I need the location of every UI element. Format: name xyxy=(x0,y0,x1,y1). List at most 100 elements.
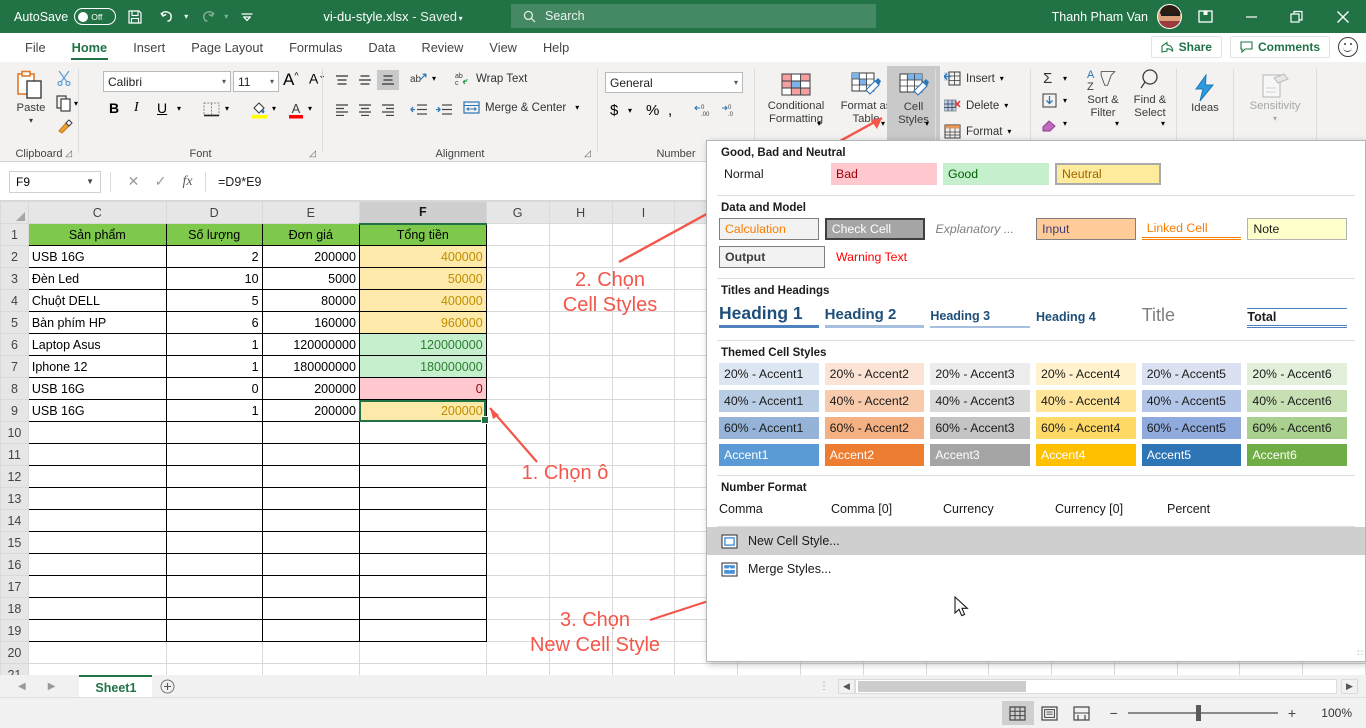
row-header-4[interactable]: 4 xyxy=(0,289,29,312)
fill-color-dropdown-icon[interactable]: ▾ xyxy=(272,104,276,113)
cell-i2[interactable] xyxy=(611,245,676,268)
cell-d14[interactable] xyxy=(165,509,263,532)
row-header-9[interactable]: 9 xyxy=(0,399,29,422)
cell-c14[interactable] xyxy=(27,509,167,532)
cell-f9-active[interactable]: 200000 xyxy=(358,399,489,425)
format-painter-button[interactable] xyxy=(56,118,74,137)
paste-dropdown-icon[interactable]: ▾ xyxy=(29,115,33,128)
cell-k21[interactable] xyxy=(737,663,801,675)
cell-d6[interactable]: 1 xyxy=(165,333,263,356)
style-tile-40-accent1[interactable]: 40% - Accent1 xyxy=(719,390,819,412)
cell-e1[interactable]: Đơn giá xyxy=(261,223,360,246)
style-tile-normal[interactable]: Normal xyxy=(719,163,825,185)
style-tile-check-cell[interactable]: Check Cell xyxy=(824,218,925,240)
style-tile-20-accent1[interactable]: 20% - Accent1 xyxy=(719,363,819,385)
cell-i8[interactable] xyxy=(611,377,676,400)
cell-d12[interactable] xyxy=(165,465,263,488)
cell-c21[interactable] xyxy=(27,663,167,675)
cell-f16[interactable] xyxy=(358,553,487,576)
cell-f10[interactable] xyxy=(358,421,487,444)
cell-d7[interactable]: 1 xyxy=(165,355,263,378)
align-center-button[interactable] xyxy=(354,99,376,119)
normal-view-button[interactable] xyxy=(1001,701,1034,725)
row-header-1[interactable]: 1 xyxy=(0,223,29,246)
cell-i14[interactable] xyxy=(611,509,676,532)
horizontal-scrollbar-thumb[interactable] xyxy=(858,680,1026,692)
horizontal-scrollbar[interactable] xyxy=(855,678,1337,694)
font-color-button[interactable]: A xyxy=(288,100,304,122)
style-tile-title[interactable]: Title xyxy=(1142,305,1242,328)
add-sheet-button[interactable] xyxy=(152,679,182,694)
minimize-button[interactable] xyxy=(1228,0,1274,33)
cell-styles-button[interactable]: Cell Styles xyxy=(887,66,940,146)
cell-e14[interactable] xyxy=(261,509,360,532)
decrease-indent-button[interactable] xyxy=(408,99,430,119)
style-tile-bad[interactable]: Bad xyxy=(831,163,937,185)
document-title-area[interactable]: vi-du-style.xlsx - Saved ▾ xyxy=(323,9,462,24)
cell-i17[interactable] xyxy=(611,575,676,598)
cell-e11[interactable] xyxy=(261,443,360,466)
share-button[interactable]: Share xyxy=(1150,36,1222,58)
cell-c7[interactable]: Iphone 12 xyxy=(27,355,167,378)
cell-f17[interactable] xyxy=(358,575,487,598)
cell-e13[interactable] xyxy=(261,487,360,510)
row-header-14[interactable]: 14 xyxy=(0,509,29,532)
font-size-input[interactable]: 11 ▾ xyxy=(233,71,279,92)
cell-g2[interactable] xyxy=(485,245,550,268)
font-size-dropdown-icon[interactable]: ▾ xyxy=(270,77,274,86)
format-dropdown-icon[interactable]: ▾ xyxy=(1007,127,1011,136)
customize-quick-access-icon[interactable] xyxy=(234,5,260,29)
cell-h6[interactable] xyxy=(548,333,613,356)
cell-f11[interactable] xyxy=(358,443,487,466)
cell-g21[interactable] xyxy=(485,663,550,675)
cell-f19[interactable] xyxy=(358,619,487,642)
cell-styles-gallery[interactable]: Good, Bad and Neutral Normal Bad Good Ne… xyxy=(706,140,1366,662)
previous-sheet-icon[interactable]: ◀ xyxy=(18,681,26,692)
cell-d16[interactable] xyxy=(165,553,263,576)
tab-review[interactable]: Review xyxy=(408,33,476,62)
avatar[interactable] xyxy=(1157,4,1182,29)
cell-e20[interactable] xyxy=(261,641,360,664)
style-tile-accent5[interactable]: Accent5 xyxy=(1141,444,1242,466)
cell-g15[interactable] xyxy=(485,531,550,554)
cell-e8[interactable]: 200000 xyxy=(261,377,360,400)
cell-c18[interactable] xyxy=(27,597,167,620)
column-header-h[interactable]: H xyxy=(548,201,613,224)
increase-decimal-button[interactable]: 0.00 xyxy=(693,104,713,121)
cell-q21[interactable] xyxy=(1113,663,1178,675)
style-tile-60-accent2[interactable]: 60% - Accent2 xyxy=(824,417,925,439)
style-tile-total[interactable]: Total xyxy=(1247,308,1348,328)
style-tile-currency[interactable]: Currency xyxy=(943,502,1049,516)
cell-e19[interactable] xyxy=(261,619,360,642)
cell-styles-dropdown-icon[interactable]: ▾ xyxy=(925,119,929,128)
fill-button[interactable] xyxy=(1042,93,1057,111)
increase-font-size-button[interactable]: A^ xyxy=(283,70,299,90)
cell-e6[interactable]: 120000000 xyxy=(261,333,360,356)
cell-d21[interactable] xyxy=(165,663,263,675)
format-as-table-dropdown-icon[interactable]: ▾ xyxy=(881,119,885,128)
style-tile-linked-cell[interactable]: Linked Cell xyxy=(1141,218,1242,240)
style-tile-accent1[interactable]: Accent1 xyxy=(719,444,819,466)
cell-e21[interactable] xyxy=(261,663,360,675)
paste-button[interactable]: Paste ▾ xyxy=(8,70,54,127)
cell-s21[interactable] xyxy=(1239,663,1304,675)
style-tile-explanatory[interactable]: Explanatory ... xyxy=(930,218,1031,240)
cell-f4[interactable]: 400000 xyxy=(358,289,487,312)
cell-e7[interactable]: 180000000 xyxy=(261,355,360,378)
currency-button[interactable]: $ xyxy=(610,102,618,119)
find-select-button[interactable]: Find & Select xyxy=(1127,68,1173,119)
cell-f20[interactable] xyxy=(358,641,487,664)
style-tile-40-accent5[interactable]: 40% - Accent5 xyxy=(1141,390,1242,412)
style-tile-heading-2[interactable]: Heading 2 xyxy=(824,306,925,328)
ideas-button[interactable]: Ideas xyxy=(1183,74,1227,115)
tab-insert[interactable]: Insert xyxy=(120,33,178,62)
cell-c20[interactable] xyxy=(27,641,167,664)
cell-c19[interactable] xyxy=(27,619,167,642)
zoom-level-label[interactable]: 100% xyxy=(1306,706,1352,720)
cell-d18[interactable] xyxy=(165,597,263,620)
tab-formulas[interactable]: Formulas xyxy=(276,33,355,62)
cell-f8[interactable]: 0 xyxy=(358,377,487,400)
cell-c5[interactable]: Bàn phím HP xyxy=(27,311,167,334)
name-box-dropdown-icon[interactable]: ▼ xyxy=(86,177,94,186)
tab-file[interactable]: File xyxy=(12,33,59,62)
